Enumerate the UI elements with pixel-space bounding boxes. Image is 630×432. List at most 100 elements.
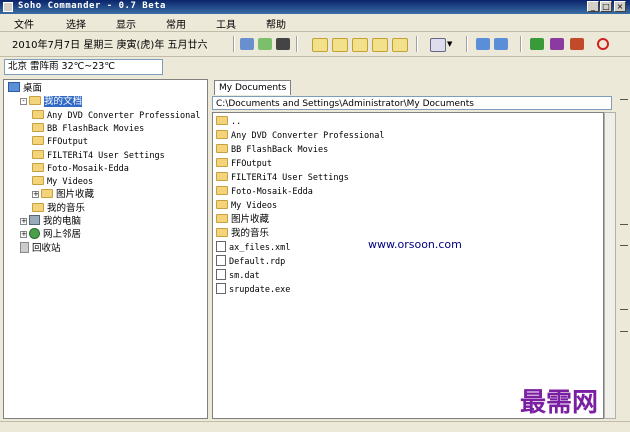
flag-icon[interactable] <box>530 38 544 50</box>
file-icon <box>216 255 226 266</box>
vertical-scrollbar[interactable] <box>604 112 616 419</box>
tree-item[interactable]: 回收站 <box>20 241 61 255</box>
file-row[interactable]: 我的音乐 <box>216 227 269 240</box>
tree-item[interactable]: My Videos <box>32 175 93 188</box>
tab-my-documents[interactable]: My Documents <box>214 80 292 95</box>
file-row[interactable]: sm.dat <box>216 269 260 282</box>
drive-icon[interactable] <box>476 38 490 50</box>
tree-item-label: 图片收藏 <box>56 189 95 201</box>
app-icon[interactable] <box>3 2 13 12</box>
site-watermark: www.orsoon.com <box>368 238 462 251</box>
menu-view[interactable]: 显示 <box>116 16 136 31</box>
tree-item[interactable]: FFOutput <box>32 135 88 148</box>
file-row[interactable]: FILTERiT4 User Settings <box>216 171 349 184</box>
tree-item[interactable]: 桌面 <box>8 82 42 95</box>
expand-icon[interactable]: + <box>20 231 27 239</box>
swap-panes-icon[interactable] <box>258 38 272 50</box>
file-list[interactable]: www.orsoon.com .. Any DVD Converter Profe… <box>212 112 604 419</box>
status-bar <box>0 421 630 432</box>
network-drive-icon[interactable] <box>494 38 508 50</box>
strip-mark <box>620 245 628 246</box>
chevron-down-icon[interactable]: ▼ <box>447 40 452 48</box>
tree-item-label: Any DVD Converter Professional <box>47 110 201 121</box>
side-strip <box>619 79 630 419</box>
tree-item[interactable]: 我的音乐 <box>32 202 85 215</box>
file-name: My Videos <box>231 201 278 211</box>
view-mode-icon[interactable] <box>430 38 446 52</box>
layout-4-icon[interactable] <box>372 38 388 52</box>
toolbar-separator <box>233 36 235 52</box>
file-row[interactable]: .. <box>216 115 241 128</box>
date-display: 2010年7月7日 星期三 庚寅(虎)年 五月廿六 <box>12 40 208 51</box>
weather-display: 北京 雷阵雨 32℃~23℃ <box>4 59 163 75</box>
file-row[interactable]: Default.rdp <box>216 255 285 268</box>
file-name: FFOutput <box>231 159 272 169</box>
toolbar-separator <box>296 36 298 52</box>
file-icon <box>216 269 226 280</box>
window-title: Soho Commander - 0.7 Beta <box>18 1 166 11</box>
menu-select[interactable]: 选择 <box>66 16 86 31</box>
expand-icon[interactable]: + <box>32 191 39 199</box>
title-bar[interactable]: Soho Commander - 0.7 Beta _ □ × <box>0 0 630 14</box>
tree-item-label: BB FlashBack Movies <box>47 123 145 134</box>
folder-icon <box>32 176 44 186</box>
maximize-button[interactable]: □ <box>600 1 612 12</box>
file-name: FILTERiT4 User Settings <box>231 173 349 183</box>
recycle-bin-icon <box>20 241 29 253</box>
folder-tree[interactable]: 桌面 - 我的文档 Any DVD Converter Professional BB … <box>3 79 208 419</box>
file-row[interactable]: BB FlashBack Movies <box>216 143 328 156</box>
menu-file[interactable]: 文件 <box>14 16 34 31</box>
layout-3-icon[interactable] <box>352 38 368 52</box>
file-name: sm.dat <box>229 271 260 281</box>
close-button[interactable]: × <box>614 1 626 12</box>
collapse-icon[interactable]: - <box>20 98 27 106</box>
refresh-icon[interactable] <box>240 38 254 50</box>
tree-item[interactable]: - 我的文档 <box>20 95 83 108</box>
file-name: ax_files.xml <box>229 243 291 253</box>
path-field[interactable]: C:\Documents and Settings\Administrator\… <box>212 96 612 110</box>
tree-item-label: FFOutput <box>47 137 88 148</box>
exit-icon[interactable] <box>597 38 609 50</box>
layout-2-icon[interactable] <box>332 38 348 52</box>
layout-5-icon[interactable] <box>392 38 408 52</box>
file-row[interactable]: srupdate.exe <box>216 283 290 296</box>
file-row[interactable]: ax_files.xml <box>216 241 290 254</box>
tree-item-label: 网上邻居 <box>43 229 82 241</box>
file-row[interactable]: My Videos <box>216 199 277 212</box>
tree-item[interactable]: + 我的电脑 <box>20 215 81 228</box>
expand-icon[interactable]: + <box>20 218 27 225</box>
menu-bar: 文件 选择 显示 常用 工具 帮助 <box>0 14 630 32</box>
books-icon[interactable] <box>550 38 564 50</box>
menu-favorites[interactable]: 常用 <box>166 16 186 31</box>
layout-1-icon[interactable] <box>312 38 328 52</box>
file-row[interactable]: Foto-Mosaik-Edda <box>216 185 313 198</box>
menu-tools[interactable]: 工具 <box>216 16 236 31</box>
tree-item[interactable]: FILTERiT4 User Settings <box>32 149 165 162</box>
folder-icon <box>216 186 228 195</box>
find-icon[interactable] <box>276 38 290 50</box>
minimize-button[interactable]: _ <box>587 1 599 12</box>
package-icon[interactable] <box>570 38 584 50</box>
file-name: BB FlashBack Movies <box>231 145 329 155</box>
network-icon <box>29 228 40 240</box>
computer-icon <box>29 215 40 225</box>
tree-item[interactable]: Foto-Mosaik-Edda <box>32 162 129 175</box>
folder-icon <box>32 149 44 159</box>
menu-help[interactable]: 帮助 <box>266 16 286 31</box>
tree-item-label: 我的文档 <box>44 96 83 108</box>
folder-icon <box>41 189 53 199</box>
file-row[interactable]: FFOutput <box>216 157 272 170</box>
exe-icon <box>216 283 226 294</box>
file-name: 我的音乐 <box>231 228 270 239</box>
file-row[interactable]: Any DVD Converter Professional <box>216 129 385 142</box>
tree-item-label: 我的电脑 <box>43 216 82 227</box>
strip-mark <box>620 99 628 100</box>
desktop-icon <box>8 82 20 92</box>
file-row[interactable]: 图片收藏 <box>216 213 269 226</box>
tree-item[interactable]: BB FlashBack Movies <box>32 122 144 135</box>
tree-item[interactable]: + 图片收藏 <box>32 188 94 201</box>
folder-icon <box>216 144 228 153</box>
tree-item-label: Foto-Mosaik-Edda <box>47 163 129 174</box>
tree-item[interactable]: Any DVD Converter Professional <box>32 109 201 122</box>
tree-item[interactable]: + 网上邻居 <box>20 228 81 241</box>
